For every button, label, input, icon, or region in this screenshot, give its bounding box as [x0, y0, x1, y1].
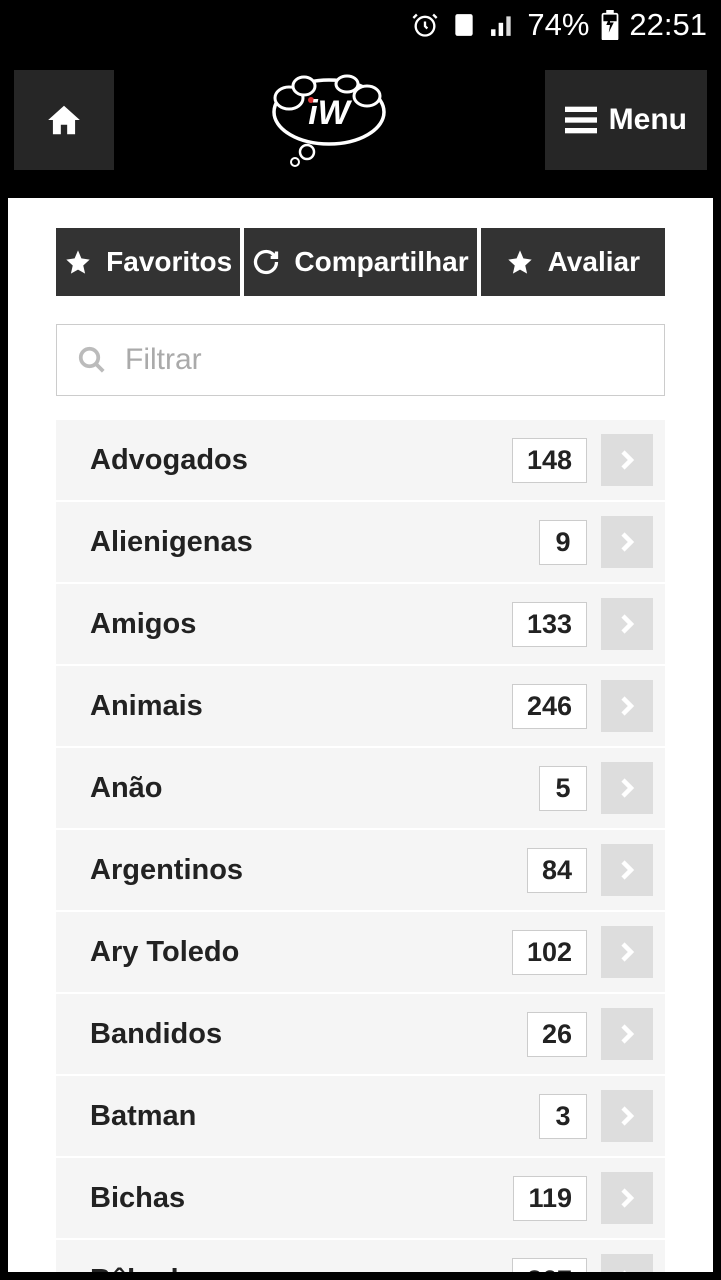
category-item[interactable]: Amigos 133 — [56, 584, 665, 664]
favorites-label: Favoritos — [106, 246, 232, 278]
category-item[interactable]: Bichas 119 — [56, 1158, 665, 1238]
category-label: Advogados — [90, 444, 498, 477]
signal-icon — [489, 12, 515, 38]
category-count: 267 — [512, 1258, 587, 1273]
favorites-button[interactable]: Favoritos — [56, 228, 240, 296]
category-label: Argentinos — [90, 854, 513, 887]
chevron-right-icon[interactable] — [601, 598, 653, 650]
category-item[interactable]: Advogados 148 — [56, 420, 665, 500]
category-item[interactable]: Animais 246 — [56, 666, 665, 746]
category-count: 102 — [512, 930, 587, 975]
category-count: 148 — [512, 438, 587, 483]
category-count: 9 — [539, 520, 587, 565]
hamburger-icon — [565, 106, 597, 134]
search-box[interactable] — [56, 324, 665, 396]
action-bar: Favoritos Compartilhar Avaliar — [56, 228, 665, 296]
phone-icon — [451, 12, 477, 38]
refresh-icon — [252, 248, 280, 276]
main-content: Favoritos Compartilhar Avaliar Advogados… — [8, 198, 713, 1272]
category-item[interactable]: Argentinos 84 — [56, 830, 665, 910]
category-item[interactable]: Ary Toledo 102 — [56, 912, 665, 992]
home-button[interactable] — [14, 70, 114, 170]
battery-percent: 74% — [527, 7, 589, 43]
status-icons: 74% — [411, 7, 619, 43]
share-button[interactable]: Compartilhar — [244, 228, 476, 296]
chevron-right-icon[interactable] — [601, 1172, 653, 1224]
chevron-right-icon[interactable] — [601, 516, 653, 568]
star-icon — [506, 248, 534, 276]
app-logo: iW — [114, 70, 545, 170]
category-list: Advogados 148 Alienigenas 9 Amigos 133 Animais… — [56, 420, 665, 1272]
alarm-icon — [411, 11, 439, 39]
category-label: Animais — [90, 690, 498, 723]
category-count: 133 — [512, 602, 587, 647]
chevron-right-icon[interactable] — [601, 434, 653, 486]
chevron-right-icon[interactable] — [601, 762, 653, 814]
status-time: 22:51 — [629, 7, 707, 43]
chevron-right-icon[interactable] — [601, 1254, 653, 1272]
category-count: 119 — [513, 1176, 587, 1221]
chevron-right-icon[interactable] — [601, 844, 653, 896]
menu-label: Menu — [609, 103, 687, 137]
chevron-right-icon[interactable] — [601, 926, 653, 978]
category-item[interactable]: Batman 3 — [56, 1076, 665, 1156]
category-label: Bêbados — [90, 1264, 498, 1273]
chevron-right-icon[interactable] — [601, 680, 653, 732]
star-icon — [64, 248, 92, 276]
category-label: Bichas — [90, 1182, 499, 1215]
battery-icon — [601, 10, 619, 40]
category-count: 246 — [512, 684, 587, 729]
category-item[interactable]: Bandidos 26 — [56, 994, 665, 1074]
category-count: 26 — [527, 1012, 587, 1057]
rate-button[interactable]: Avaliar — [481, 228, 665, 296]
category-count: 84 — [527, 848, 587, 893]
category-label: Batman — [90, 1100, 525, 1133]
category-count: 5 — [539, 766, 587, 811]
category-label: Amigos — [90, 608, 498, 641]
app-header: iW Menu — [0, 50, 721, 190]
filter-input[interactable] — [125, 343, 644, 377]
category-item[interactable]: Anão 5 — [56, 748, 665, 828]
chevron-right-icon[interactable] — [601, 1090, 653, 1142]
menu-button[interactable]: Menu — [545, 70, 707, 170]
share-label: Compartilhar — [294, 246, 468, 278]
category-item[interactable]: Alienigenas 9 — [56, 502, 665, 582]
category-label: Ary Toledo — [90, 936, 498, 969]
category-label: Alienigenas — [90, 526, 525, 559]
status-bar: 74% 22:51 — [0, 0, 721, 50]
category-item[interactable]: Bêbados 267 — [56, 1240, 665, 1272]
rate-label: Avaliar — [548, 246, 640, 278]
home-icon — [45, 101, 83, 139]
category-label: Bandidos — [90, 1018, 513, 1051]
chevron-right-icon[interactable] — [601, 1008, 653, 1060]
svg-text:iW: iW — [309, 94, 353, 132]
category-label: Anão — [90, 772, 525, 805]
category-count: 3 — [539, 1094, 587, 1139]
search-icon — [77, 345, 107, 375]
